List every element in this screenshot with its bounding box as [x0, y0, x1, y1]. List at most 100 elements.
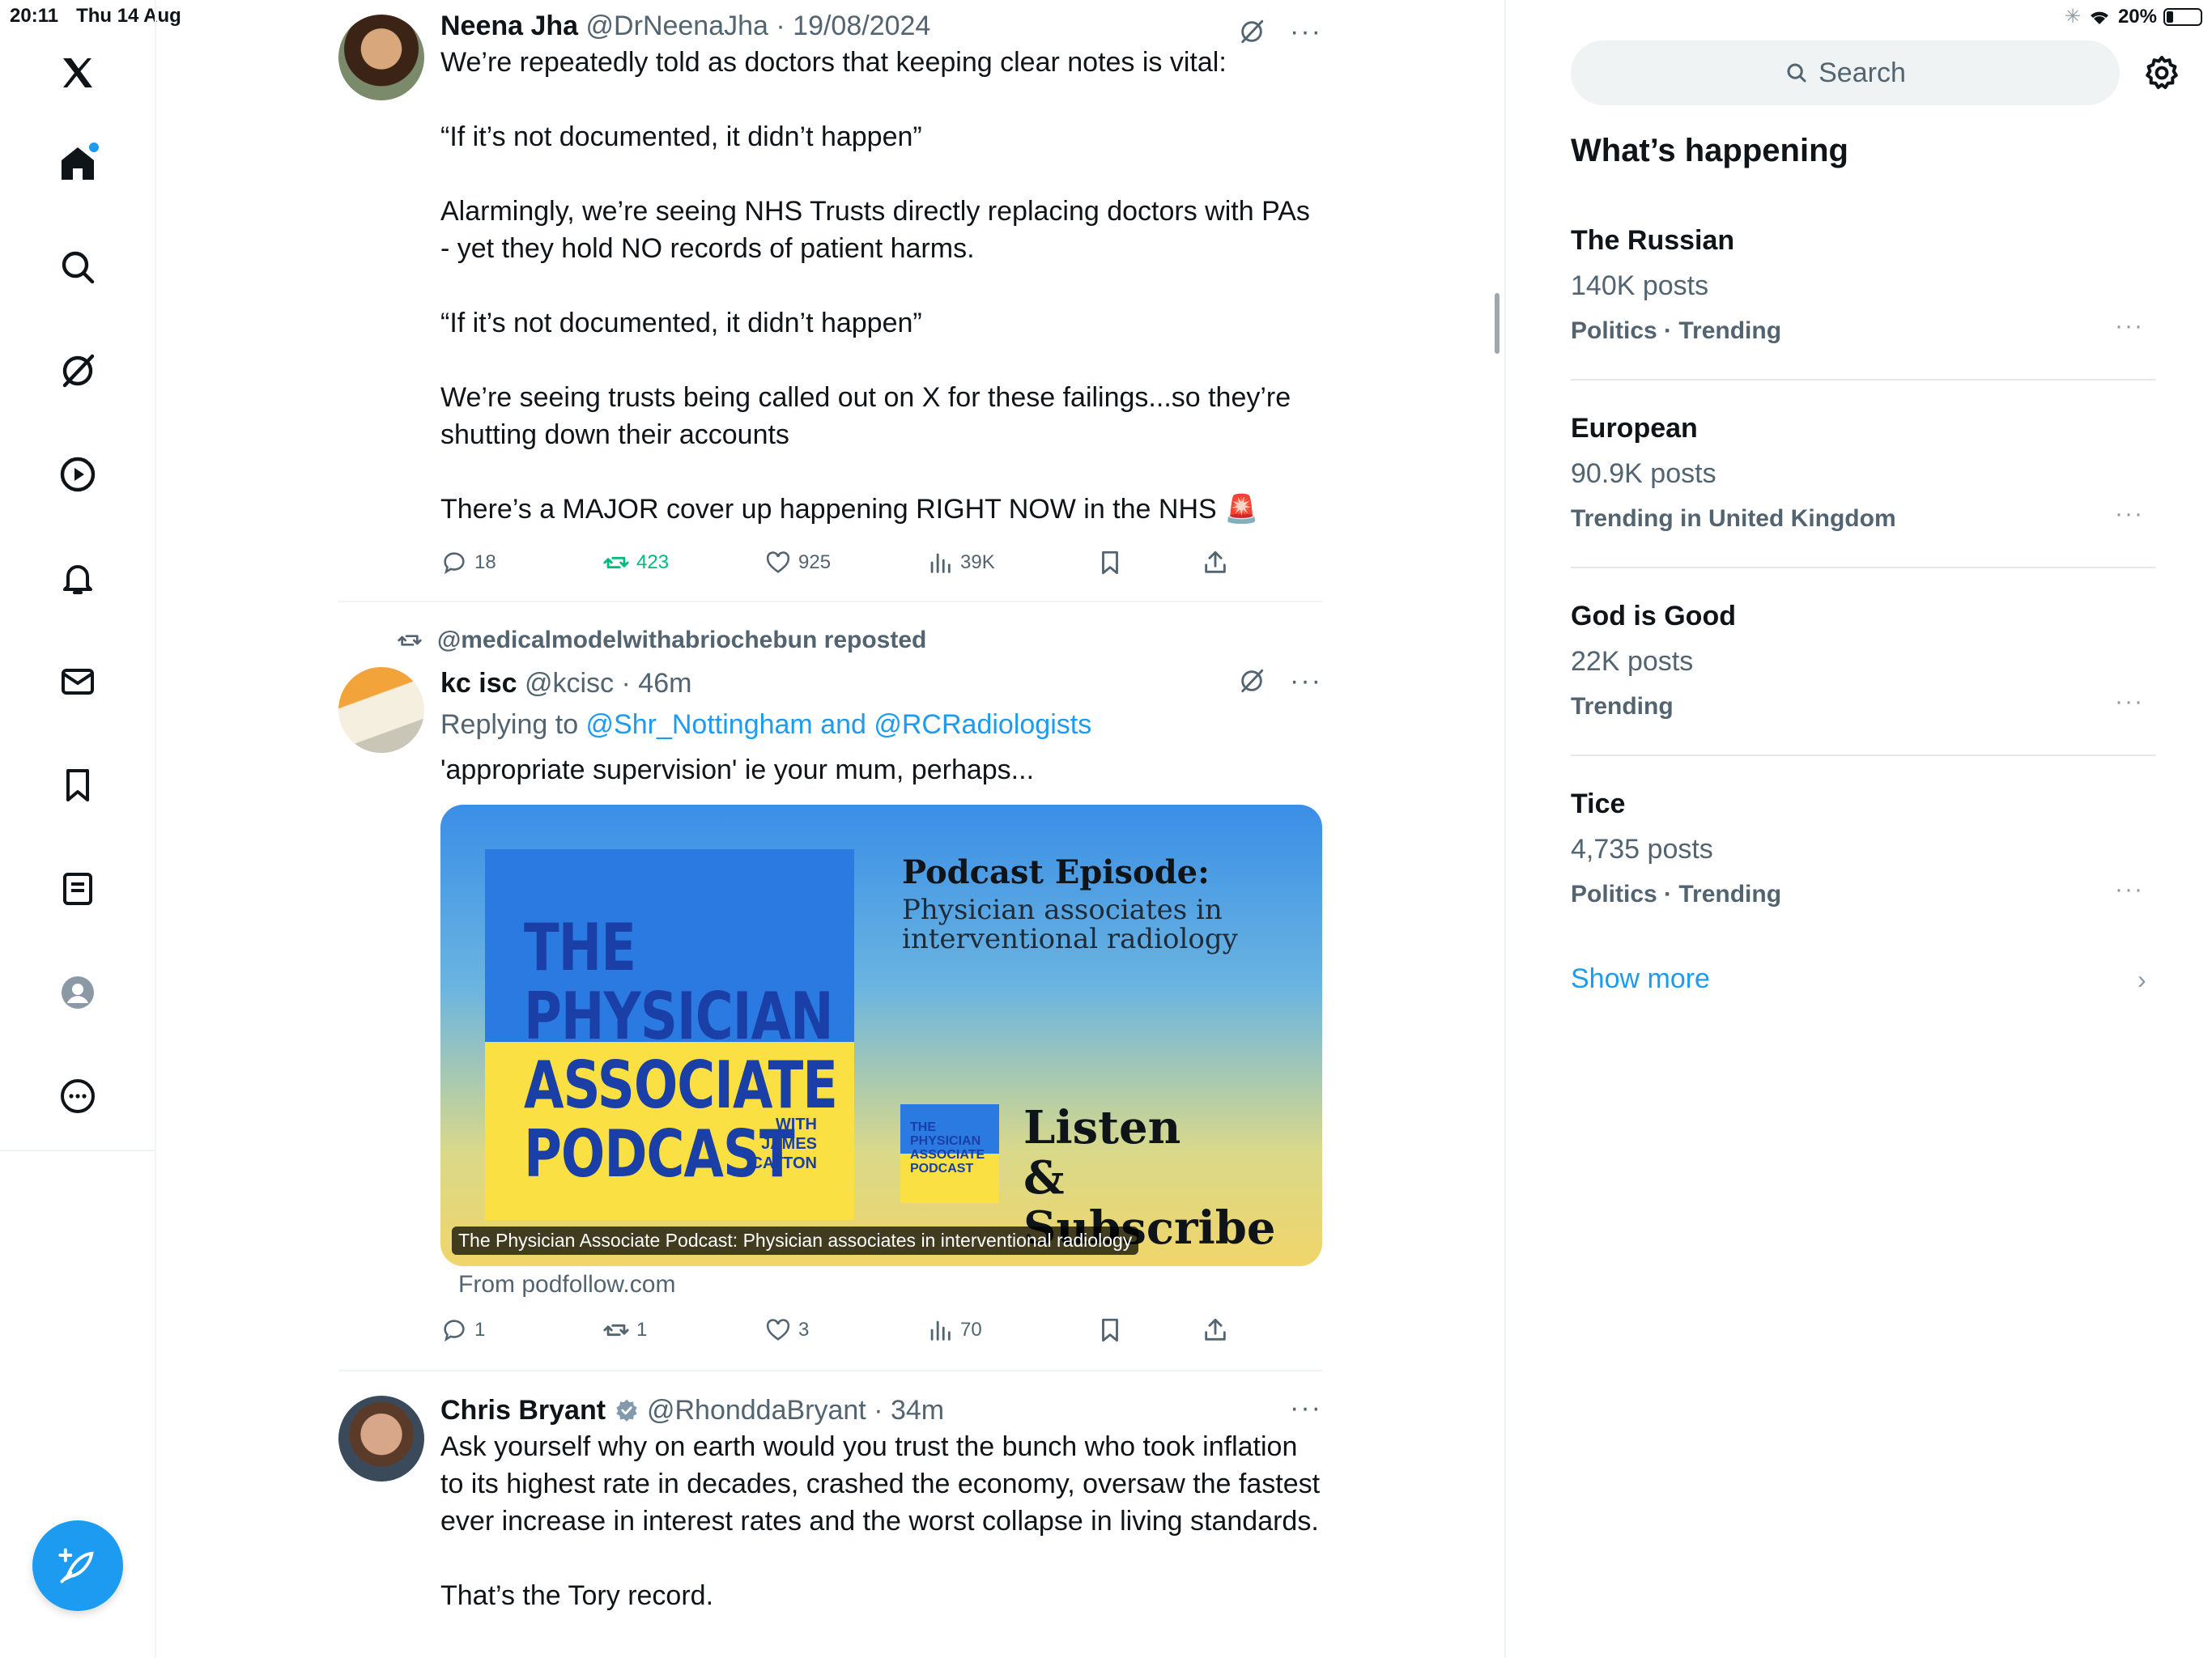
cover-subtitle: WITH JAMES CATTON: [751, 1116, 817, 1172]
repost-count: 1: [636, 1319, 648, 1341]
grok-icon[interactable]: [45, 338, 110, 403]
tweet-paragraph: There’s a MAJOR cover up happening RIGHT…: [440, 494, 1259, 525]
trend-divider: [1571, 379, 2155, 380]
trend-name: European: [1571, 413, 1698, 444]
show-more-link[interactable]: Show more: [1571, 963, 1710, 995]
author-name[interactable]: kc isc: [440, 668, 517, 699]
trend-more-icon[interactable]: ···: [2115, 312, 2144, 340]
trend-post-count: 90.9K posts: [1571, 458, 1716, 489]
link-preview-card[interactable]: THE PHYSICIAN ASSOCIATE PODCAST WITH JAM…: [440, 805, 1322, 1266]
notifications-bell-icon[interactable]: [45, 546, 110, 610]
profile-avatar-icon[interactable]: [45, 960, 110, 1025]
right-sidebar: Search What’s happening The Russian 140K…: [1571, 0, 2186, 1658]
nav-divider: [0, 1150, 156, 1151]
reposted-by-label: @medicalmodelwithabriochebun reposted: [437, 627, 927, 653]
feed-divider: [1504, 0, 1506, 1658]
tweet-divider: [338, 601, 1322, 602]
tweet-header: Chris Bryant @RhonddaBryant · 34m: [440, 1395, 945, 1426]
trend-divider: [1571, 567, 2155, 568]
views-button[interactable]: 39K: [926, 549, 995, 576]
tweet-paragraph: Ask yourself why on earth would you trus…: [440, 1431, 1321, 1537]
compose-feather-icon: [58, 1548, 94, 1584]
trend-more-icon[interactable]: ···: [2115, 688, 2144, 716]
views-button[interactable]: 70: [926, 1316, 982, 1344]
podcast-mini-cover: THE PHYSICIAN ASSOCIATE PODCAST: [900, 1104, 999, 1203]
author-name[interactable]: Chris Bryant: [440, 1395, 606, 1426]
trend-name: The Russian: [1571, 225, 1735, 256]
author-name[interactable]: Neena Jha: [440, 11, 578, 41]
tweet-text: We’re repeatedly told as doctors that ke…: [440, 44, 1322, 528]
trend-post-count: 140K posts: [1571, 270, 1709, 301]
share-button[interactable]: [1202, 1316, 1229, 1344]
repost-context[interactable]: @medicalmodelwithabriochebun reposted: [397, 627, 926, 654]
trend-category: Politics · Trending: [1571, 317, 1782, 344]
grok-icon[interactable]: [1238, 18, 1266, 45]
repost-icon: [603, 556, 629, 569]
settings-gear-icon[interactable]: [2142, 53, 2181, 92]
like-button[interactable]: 3: [764, 1316, 809, 1344]
grok-icon[interactable]: [1238, 667, 1266, 695]
repost-icon: [398, 635, 422, 646]
avatar[interactable]: [338, 15, 424, 100]
tweet-timestamp[interactable]: 19/08/2024: [793, 11, 930, 41]
more-options-icon[interactable]: ···: [1290, 18, 1322, 45]
replying-to-prefix: Replying to: [440, 709, 586, 740]
avatar[interactable]: [338, 1396, 424, 1482]
trend-item[interactable]: The Russian 140K posts Politics · Trendi…: [1571, 225, 2155, 413]
home-notification-dot: [89, 142, 99, 152]
more-options-icon[interactable]: [45, 1064, 110, 1129]
views-chart-icon: [930, 1320, 951, 1341]
x-logo-icon[interactable]: [45, 40, 110, 105]
bookmarks-icon[interactable]: [45, 753, 110, 818]
bookmark-button[interactable]: [1096, 1316, 1124, 1344]
tweet-paragraph: That’s the Tory record.: [440, 1580, 714, 1611]
lists-icon[interactable]: [45, 857, 110, 921]
repost-button[interactable]: 423: [602, 549, 669, 576]
video-icon[interactable]: [45, 442, 110, 507]
trend-more-icon[interactable]: ···: [2115, 500, 2144, 528]
more-options-icon[interactable]: ···: [1290, 667, 1322, 695]
bookmark-button[interactable]: [1096, 549, 1124, 576]
timeline-feed: Neena Jha @DrNeenaJha · 19/08/2024 ··· W…: [338, 0, 1322, 1658]
trend-item[interactable]: European 90.9K posts Trending in United …: [1571, 413, 2155, 601]
tweet-paragraph: “If it’s not documented, it didn’t happe…: [440, 308, 922, 338]
avatar[interactable]: [338, 667, 424, 753]
search-icon[interactable]: [45, 235, 110, 300]
trend-post-count: 22K posts: [1571, 646, 1694, 677]
trend-name: God is Good: [1571, 601, 1736, 631]
reply-button[interactable]: 1: [440, 1316, 485, 1344]
feed-scrollbar[interactable]: [1495, 293, 1499, 354]
search-input[interactable]: Search: [1571, 40, 2120, 105]
tweet-actions: 1 1 3 70: [440, 1316, 1250, 1349]
chevron-right-icon[interactable]: ›: [2138, 965, 2146, 995]
heart-icon: [766, 551, 790, 573]
trend-more-icon[interactable]: ···: [2115, 876, 2144, 903]
author-handle[interactable]: @kcisc: [525, 668, 614, 699]
share-icon: [1205, 1318, 1226, 1341]
repost-button[interactable]: 1: [602, 1316, 647, 1344]
replying-to-handles[interactable]: @Shr_Nottingham and @RCRadiologists: [586, 709, 1092, 740]
reply-icon: [444, 1320, 465, 1342]
card-source[interactable]: From podfollow.com: [458, 1271, 675, 1299]
tweet-text: 'appropriate supervision' ie your mum, p…: [440, 755, 1035, 785]
trend-item[interactable]: God is Good 22K posts Trending ···: [1571, 601, 2155, 789]
author-handle[interactable]: @RhonddaBryant: [647, 1395, 866, 1426]
views-chart-icon: [930, 553, 951, 573]
trend-category: Politics · Trending: [1571, 881, 1782, 908]
home-icon[interactable]: [45, 131, 110, 196]
share-button[interactable]: [1202, 549, 1229, 576]
like-button[interactable]: 925: [764, 549, 831, 576]
replying-to: Replying to @Shr_Nottingham and @RCRadio…: [440, 706, 1322, 743]
trend-item[interactable]: Tice 4,735 posts Politics · Trending ···: [1571, 789, 2155, 976]
trend-category: Trending: [1571, 693, 1674, 720]
tweet-timestamp[interactable]: 46m: [638, 668, 691, 699]
compose-post-button[interactable]: [32, 1520, 123, 1611]
tweet-timestamp[interactable]: 34m: [891, 1395, 944, 1426]
more-options-icon[interactable]: ···: [1290, 1394, 1322, 1422]
reply-button[interactable]: 18: [440, 549, 496, 576]
trend-category: Trending in United Kingdom: [1571, 505, 1896, 532]
messages-envelope-icon[interactable]: [45, 649, 110, 714]
author-handle[interactable]: @DrNeenaJha: [586, 11, 768, 41]
tweet-paragraph: We’re seeing trusts being called out on …: [440, 382, 1291, 450]
mini-cover-title: THE PHYSICIAN ASSOCIATE PODCAST: [910, 1120, 985, 1175]
